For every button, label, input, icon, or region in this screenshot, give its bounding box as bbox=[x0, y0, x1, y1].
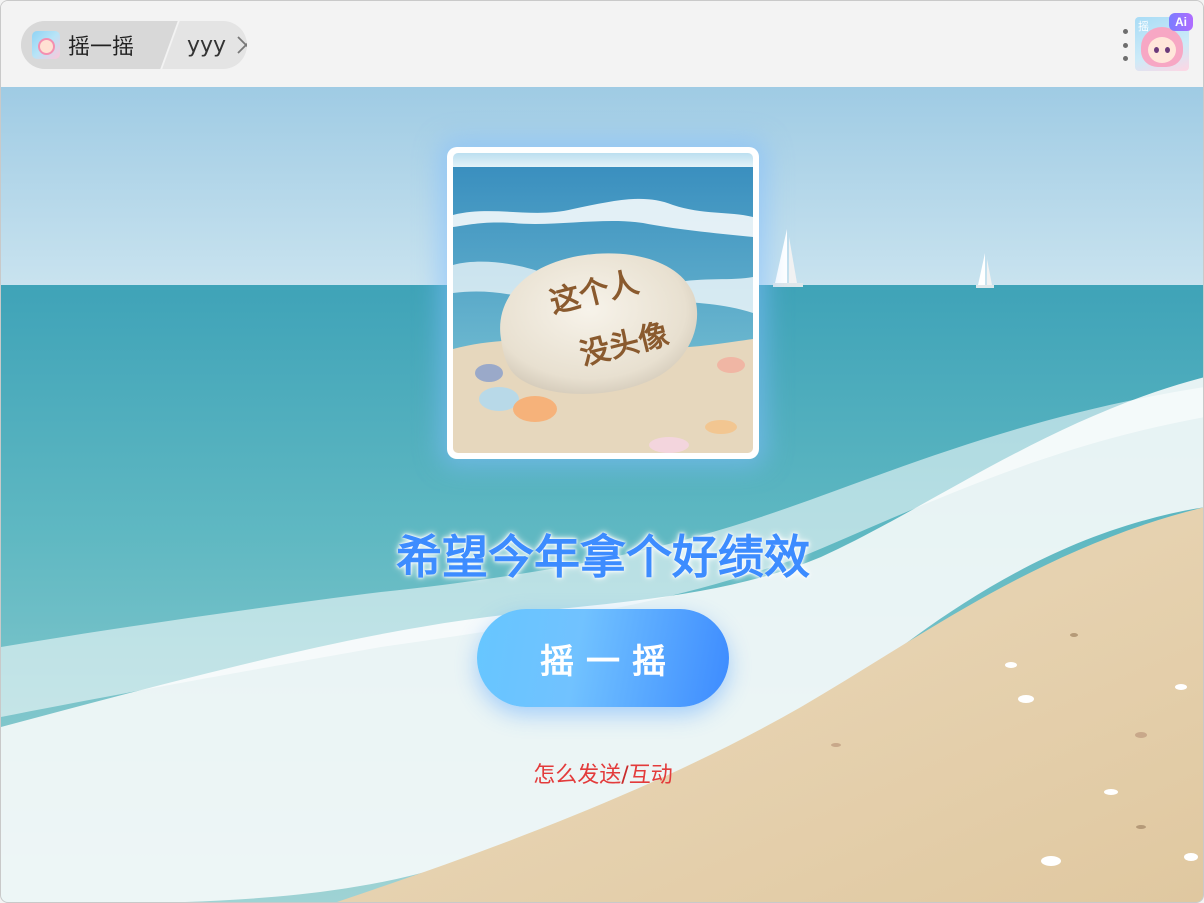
tab-home-label: 摇一摇 bbox=[68, 35, 135, 60]
app-logo-icon bbox=[32, 31, 60, 59]
ai-badge: Ai bbox=[1169, 13, 1193, 31]
tab-home[interactable]: 摇一摇 bbox=[21, 21, 161, 69]
stone-placeholder-image: 这个人 没头像 bbox=[453, 153, 753, 453]
profile-photo-frame: 这个人 没头像 bbox=[447, 147, 759, 459]
help-links: 怎么发送/互动 bbox=[1, 757, 1203, 789]
title-bar: 摇一摇 yyy 摇 Ai bbox=[1, 1, 1203, 87]
help-separator: / bbox=[621, 763, 629, 788]
wish-message: 希望今年拿个好绩效 bbox=[396, 530, 810, 584]
tab-user-label: yyy bbox=[187, 32, 227, 58]
interact-link[interactable]: 互动 bbox=[629, 763, 673, 788]
close-icon[interactable] bbox=[235, 34, 247, 56]
more-menu-icon[interactable] bbox=[1117, 27, 1133, 63]
shake-button[interactable]: 摇一摇 bbox=[477, 609, 729, 707]
profile-photo: 这个人 没头像 bbox=[453, 153, 753, 453]
how-to-send-link[interactable]: 怎么发送 bbox=[533, 763, 621, 788]
avatar-yao-badge: 摇 bbox=[1138, 20, 1149, 33]
beach-background: 这个人 没头像 希望今年拿个好绩效 摇一摇 怎么发送/互动 bbox=[1, 87, 1203, 902]
app-window: 摇一摇 yyy 摇 Ai 这个人 没头像 希望今年拿个好绩效 摇一摇 怎么发送/… bbox=[0, 0, 1204, 903]
tab-strip: 摇一摇 yyy bbox=[21, 21, 247, 69]
